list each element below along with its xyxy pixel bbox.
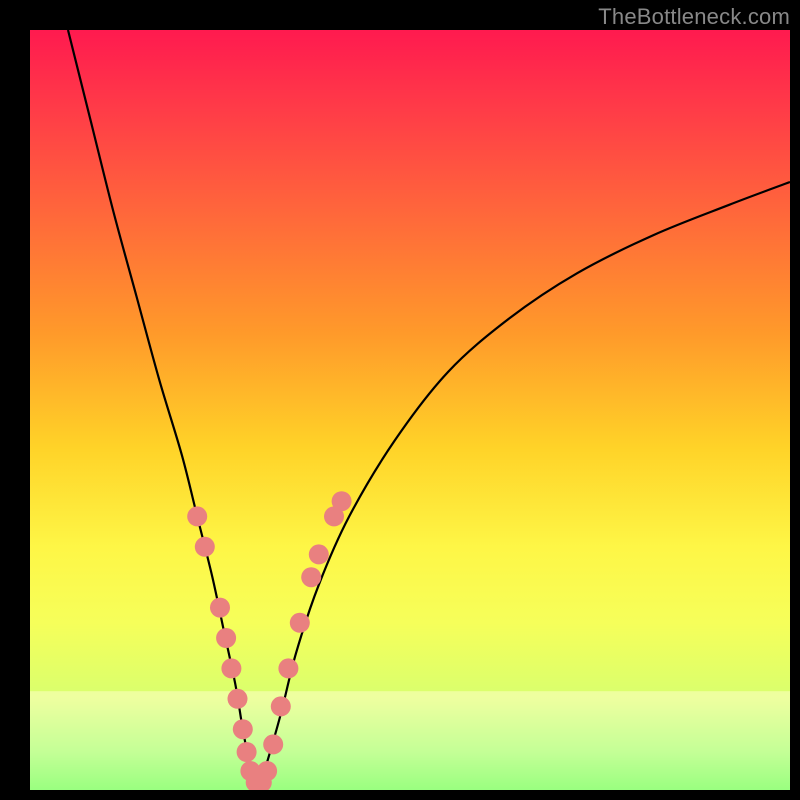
highlight-dot [187, 506, 207, 526]
highlight-dot [263, 734, 283, 754]
bottleneck-curve [68, 30, 790, 790]
highlight-dot [257, 761, 277, 781]
highlight-dot [228, 689, 248, 709]
chart-frame: TheBottleneck.com [0, 0, 800, 800]
highlight-dot [309, 544, 329, 564]
highlight-dot [216, 628, 236, 648]
highlight-dot [237, 742, 257, 762]
highlight-dot [195, 537, 215, 557]
highlight-dot [271, 696, 291, 716]
plot-svg [30, 30, 790, 790]
highlight-dot [332, 491, 352, 511]
plot-area [30, 30, 790, 790]
highlight-dot [278, 658, 298, 678]
highlight-dot [290, 613, 310, 633]
highlight-dot [221, 658, 241, 678]
watermark-text: TheBottleneck.com [598, 4, 790, 30]
highlight-dot [210, 598, 230, 618]
highlight-dot [233, 719, 253, 739]
bottom-band [30, 691, 790, 790]
highlight-dot [301, 567, 321, 587]
